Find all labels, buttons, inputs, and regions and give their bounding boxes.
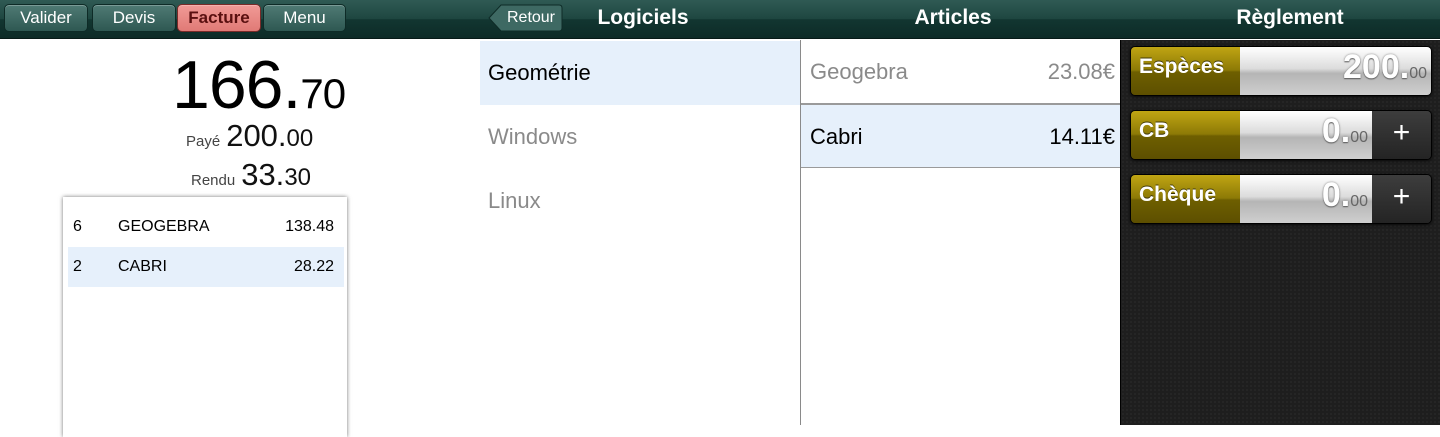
change-integer: 33. (241, 157, 285, 192)
cb-amount-field[interactable]: 0.00 (1240, 111, 1374, 159)
article-price: 23.08€ (1047, 59, 1115, 84)
article-name: Cabri (810, 124, 863, 149)
receipt-line[interactable]: 6 GEOGEBRA 138.48 (68, 207, 344, 247)
payment-panel: Espèces 200.00 CB 0.00 + Chèque 0.00 + (1120, 40, 1440, 425)
line-quantity: 6 (73, 218, 82, 235)
devis-button[interactable]: Devis (92, 4, 176, 32)
paid-label: Payé (186, 133, 221, 150)
payment-label[interactable]: Chèque (1131, 175, 1240, 223)
paid-amount: Payé 200.00 (186, 118, 313, 154)
payment-label[interactable]: Espèces (1131, 47, 1240, 95)
category-windows[interactable]: Windows (480, 105, 800, 169)
amount-integer: 200. (1343, 48, 1410, 86)
articles-title: Articles (914, 6, 992, 29)
cheque-add-button[interactable]: + (1372, 175, 1431, 223)
change-amount: Rendu 33.30 (191, 157, 311, 193)
payment-cb: CB 0.00 + (1130, 110, 1432, 160)
reglement-title: Règlement (1236, 6, 1344, 29)
article-price: 14.11€ (1049, 124, 1115, 149)
category-linux[interactable]: Linux (480, 169, 800, 233)
menu-button[interactable]: Menu (263, 4, 346, 32)
change-decimals: 30 (284, 164, 312, 191)
total-integer: 166. (172, 47, 301, 123)
cheque-amount-field[interactable]: 0.00 (1240, 175, 1374, 223)
line-amount: 138.48 (285, 218, 334, 235)
amount-decimals: 00 (1350, 129, 1368, 146)
top-toolbar: Valider Devis Facture Menu Retour Logici… (0, 0, 1440, 39)
especes-amount-field[interactable]: 200.00 (1240, 47, 1431, 95)
back-button[interactable]: Retour (488, 4, 563, 32)
line-amount: 28.22 (293, 258, 334, 275)
change-label: Rendu (191, 172, 236, 189)
amount-decimals: 00 (1409, 65, 1427, 82)
article-name: Geogebra (810, 59, 908, 84)
line-name: GEOGEBRA (118, 218, 210, 235)
paid-decimals: 00 (286, 125, 314, 152)
article-geogebra[interactable]: Geogebra 23.08€ (801, 40, 1120, 104)
amount-integer: 0. (1321, 112, 1351, 150)
line-quantity: 2 (73, 258, 82, 275)
receipt-ticket: 6 GEOGEBRA 138.48 2 CABRI 28.22 (63, 197, 347, 437)
line-name: CABRI (118, 258, 167, 275)
receipt-line[interactable]: 2 CABRI 28.22 (68, 247, 344, 287)
total-decimals: 70 (300, 70, 346, 117)
valider-button[interactable]: Valider (4, 4, 88, 32)
logiciels-title: Logiciels (597, 6, 689, 29)
total-amount: 166.70 (172, 46, 352, 124)
payment-especes: Espèces 200.00 (1130, 46, 1432, 96)
category-geometrie[interactable]: Geométrie (480, 41, 800, 105)
paid-integer: 200. (226, 118, 287, 153)
cb-add-button[interactable]: + (1372, 111, 1431, 159)
article-cabri[interactable]: Cabri 14.11€ (801, 104, 1120, 168)
back-button-label: Retour (506, 9, 556, 26)
payment-label[interactable]: CB (1131, 111, 1240, 159)
amount-decimals: 00 (1350, 193, 1368, 210)
facture-button[interactable]: Facture (177, 4, 261, 32)
payment-cheque: Chèque 0.00 + (1130, 174, 1432, 224)
amount-integer: 0. (1321, 176, 1351, 214)
